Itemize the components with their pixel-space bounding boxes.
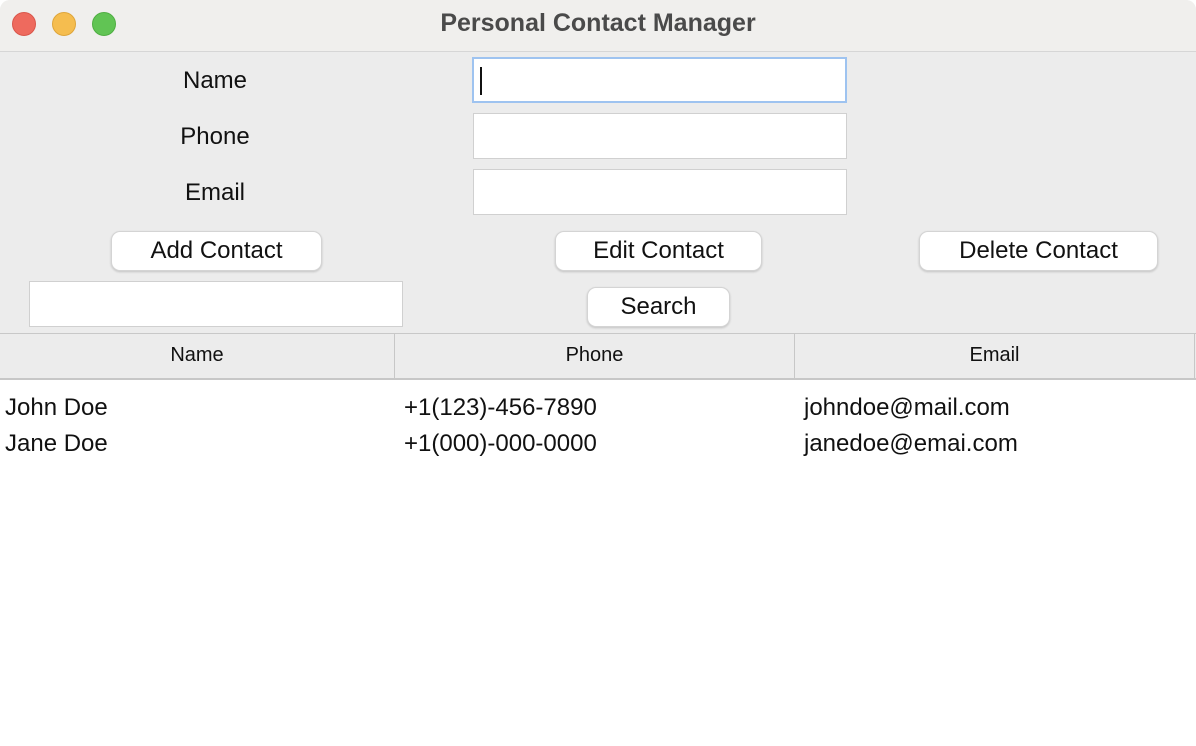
contacts-table: Name Phone Email John Doe +1(123)-456-78… (0, 333, 1196, 746)
phone-field[interactable] (473, 113, 847, 159)
column-header-phone[interactable]: Phone (395, 334, 795, 378)
title-bar: Personal Contact Manager (0, 0, 1196, 52)
phone-label: Phone (180, 123, 250, 150)
cell-name: Jane Doe (5, 430, 108, 457)
edit-contact-button[interactable]: Edit Contact (555, 231, 762, 271)
text-caret (480, 67, 482, 95)
table-header: Name Phone Email (0, 334, 1196, 380)
email-label: Email (184, 179, 245, 206)
table-row[interactable]: John Doe +1(123)-456-7890 johndoe@mail.c… (0, 390, 1196, 426)
cell-phone: +1(000)-000-0000 (404, 430, 597, 457)
window-title: Personal Contact Manager (440, 9, 756, 37)
cell-name: John Doe (5, 394, 108, 421)
cell-email: janedoe@emai.com (804, 430, 1018, 457)
cell-phone: +1(123)-456-7890 (404, 394, 597, 421)
search-button[interactable]: Search (587, 287, 730, 327)
table-row[interactable]: Jane Doe +1(000)-000-0000 janedoe@emai.c… (0, 426, 1196, 462)
name-field[interactable] (472, 57, 847, 103)
email-field[interactable] (473, 169, 847, 215)
search-input[interactable] (29, 281, 403, 327)
add-contact-button[interactable]: Add Contact (111, 231, 322, 271)
app-window: Personal Contact Manager Name Phone Emai… (0, 0, 1196, 746)
name-label: Name (182, 67, 248, 94)
delete-contact-button[interactable]: Delete Contact (919, 231, 1158, 271)
column-header-name[interactable]: Name (0, 334, 395, 378)
column-header-email[interactable]: Email (795, 334, 1195, 378)
cell-email: johndoe@mail.com (804, 394, 1010, 421)
